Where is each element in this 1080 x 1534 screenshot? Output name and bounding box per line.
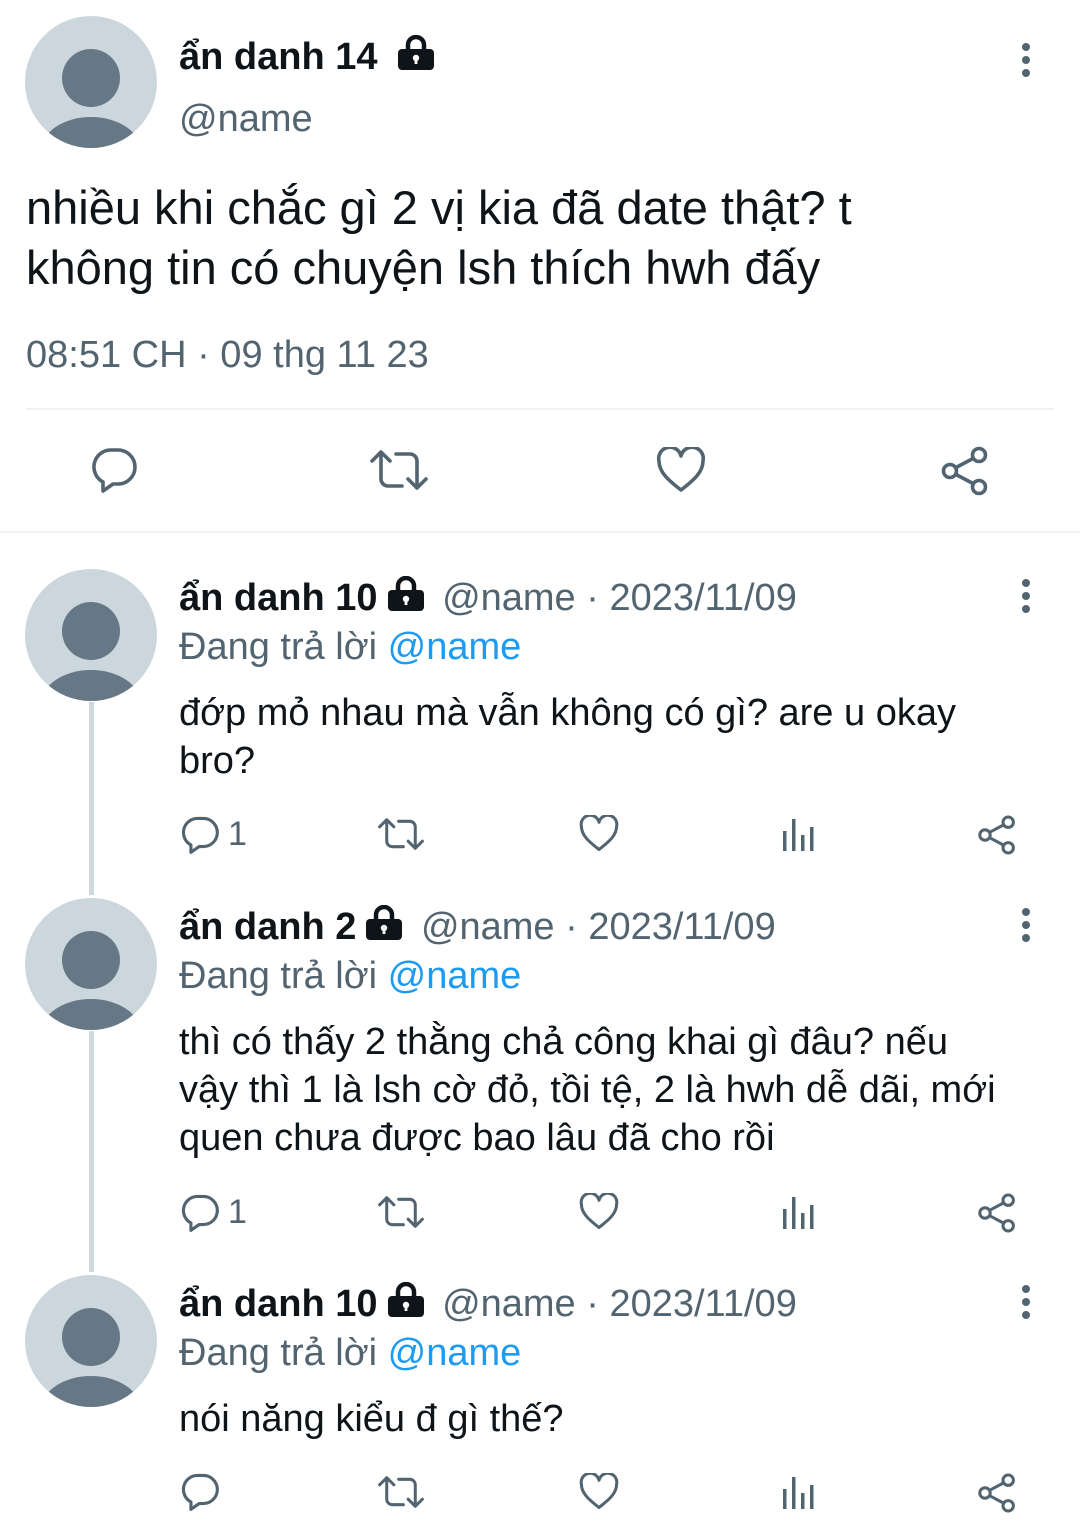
default-avatar-icon <box>41 931 141 1030</box>
replying-to: Đang trả lời @name <box>179 955 521 998</box>
reply-button[interactable]: 1 <box>180 815 247 854</box>
author-name[interactable]: ẩn danh 10 <box>179 577 378 619</box>
divider <box>26 408 1054 410</box>
retweet-button[interactable] <box>378 817 424 851</box>
like-button[interactable] <box>656 447 706 493</box>
replying-to-handle-link[interactable]: @name <box>388 626 522 668</box>
speech-bubble-icon <box>92 448 137 493</box>
replying-to-handle-link[interactable]: @name <box>388 1332 522 1374</box>
like-button[interactable] <box>579 1193 619 1230</box>
default-avatar-icon <box>41 49 141 148</box>
replying-to-label: Đang trả lời <box>179 1332 388 1374</box>
more-vertical-icon <box>1022 579 1030 613</box>
reply-text-line: quen chưa được bao lâu đã cho rồi <box>179 1117 775 1159</box>
replying-to-handle-link[interactable]: @name <box>388 955 522 997</box>
reply-text: đớp mỏ nhau mà vẫn không có gì? are u ok… <box>179 689 956 785</box>
heart-icon <box>579 815 619 852</box>
share-button[interactable] <box>977 1193 1017 1233</box>
share-icon <box>941 446 988 496</box>
reply-text-line: đớp mỏ nhau mà vẫn không có gì? are u ok… <box>179 692 956 734</box>
reply-text-line: vậy thì 1 là lsh cờ đỏ, tồi tệ, 2 là hwh… <box>179 1069 996 1111</box>
tweet-text-line: nhiều khi chắc gì 2 vị kia đã date thật?… <box>26 181 852 234</box>
retweet-icon <box>378 818 424 850</box>
reply-count: 1 <box>228 815 247 853</box>
bar-chart-icon <box>783 1197 814 1229</box>
heart-icon <box>579 1193 619 1230</box>
lock-icon <box>387 1282 424 1317</box>
reply-button[interactable] <box>90 447 138 493</box>
avatar[interactable] <box>25 569 157 701</box>
share-icon <box>978 1473 1015 1513</box>
replying-to: Đang trả lời @name <box>179 626 521 669</box>
views-button[interactable] <box>781 817 815 853</box>
share-button[interactable] <box>977 815 1017 855</box>
speech-bubble-icon <box>181 816 219 854</box>
more-vertical-icon <box>1022 1285 1030 1319</box>
replying-to-label: Đang trả lời <box>179 955 388 997</box>
retweet-button[interactable] <box>370 449 428 491</box>
bar-chart-icon <box>783 1477 814 1509</box>
reply-text-line: bro? <box>179 740 256 782</box>
replying-to: Đang trả lời @name <box>179 1332 521 1375</box>
retweet-button[interactable] <box>378 1195 424 1229</box>
avatar[interactable] <box>25 898 157 1030</box>
section-divider <box>0 531 1080 533</box>
avatar[interactable] <box>25 1275 157 1407</box>
reply-button[interactable]: 1 <box>180 1193 247 1232</box>
share-button[interactable] <box>940 446 990 496</box>
author-handle[interactable]: @name <box>179 98 313 141</box>
retweet-icon <box>378 1196 424 1228</box>
reply-count: 1 <box>228 1193 247 1231</box>
reply-button[interactable] <box>180 1473 220 1511</box>
replying-to-label: Đang trả lời <box>179 626 388 668</box>
heart-icon <box>656 447 706 492</box>
reply-text: thì có thấy 2 thằng chả công khai gì đâu… <box>179 1018 996 1162</box>
share-button[interactable] <box>977 1473 1017 1513</box>
share-icon <box>978 1193 1015 1233</box>
author-name[interactable]: ẩn danh 2 <box>179 906 356 948</box>
thread-line <box>89 702 94 895</box>
retweet-button[interactable] <box>378 1475 424 1509</box>
avatar[interactable] <box>25 16 157 148</box>
like-button[interactable] <box>579 815 619 852</box>
reply-text-line: thì có thấy 2 thằng chả công khai gì đâu… <box>179 1021 949 1063</box>
more-options-button[interactable] <box>1006 895 1046 955</box>
views-button[interactable] <box>781 1475 815 1511</box>
reply-header: ẩn danh 2 @name · 2023/11/09 <box>179 905 776 949</box>
default-avatar-icon <box>41 602 141 701</box>
tweet-text: nhiều khi chắc gì 2 vị kia đã date thật?… <box>26 178 852 298</box>
more-options-button[interactable] <box>1006 30 1046 90</box>
default-avatar-icon <box>41 1308 141 1407</box>
bar-chart-icon <box>783 819 814 851</box>
more-options-button[interactable] <box>1006 566 1046 626</box>
lock-icon <box>366 905 403 940</box>
reply-text-line: nói năng kiểu đ gì thế? <box>179 1398 564 1440</box>
reply-header: ẩn danh 10 @name · 2023/11/09 <box>179 576 797 620</box>
lock-icon <box>398 35 435 70</box>
like-button[interactable] <box>579 1473 619 1510</box>
more-vertical-icon <box>1022 908 1030 942</box>
reply-header: ẩn danh 10 @name · 2023/11/09 <box>179 1282 797 1326</box>
share-icon <box>978 815 1015 855</box>
views-button[interactable] <box>781 1195 815 1231</box>
retweet-icon <box>370 450 428 490</box>
retweet-icon <box>378 1476 424 1508</box>
handle-and-date[interactable]: @name · 2023/11/09 <box>442 577 797 619</box>
speech-bubble-icon <box>181 1194 219 1232</box>
more-vertical-icon <box>1022 43 1030 77</box>
lock-icon <box>387 576 424 611</box>
handle-and-date[interactable]: @name · 2023/11/09 <box>442 1283 797 1325</box>
reply-text: nói năng kiểu đ gì thế? <box>179 1395 564 1443</box>
tweet-text-line: không tin có chuyện lsh thích hwh đấy <box>26 241 821 294</box>
thread-line <box>89 1031 94 1272</box>
tweet-timestamp[interactable]: 08:51 CH · 09 thg 11 23 <box>26 334 429 377</box>
handle-and-date[interactable]: @name · 2023/11/09 <box>421 906 776 948</box>
author-name[interactable]: ẩn danh 10 <box>179 1283 378 1325</box>
speech-bubble-icon <box>181 1473 219 1511</box>
more-options-button[interactable] <box>1006 1272 1046 1332</box>
author-name-text: ẩn danh 14 <box>179 36 378 78</box>
author-name[interactable]: ẩn danh 14 <box>179 35 436 79</box>
heart-icon <box>579 1473 619 1510</box>
